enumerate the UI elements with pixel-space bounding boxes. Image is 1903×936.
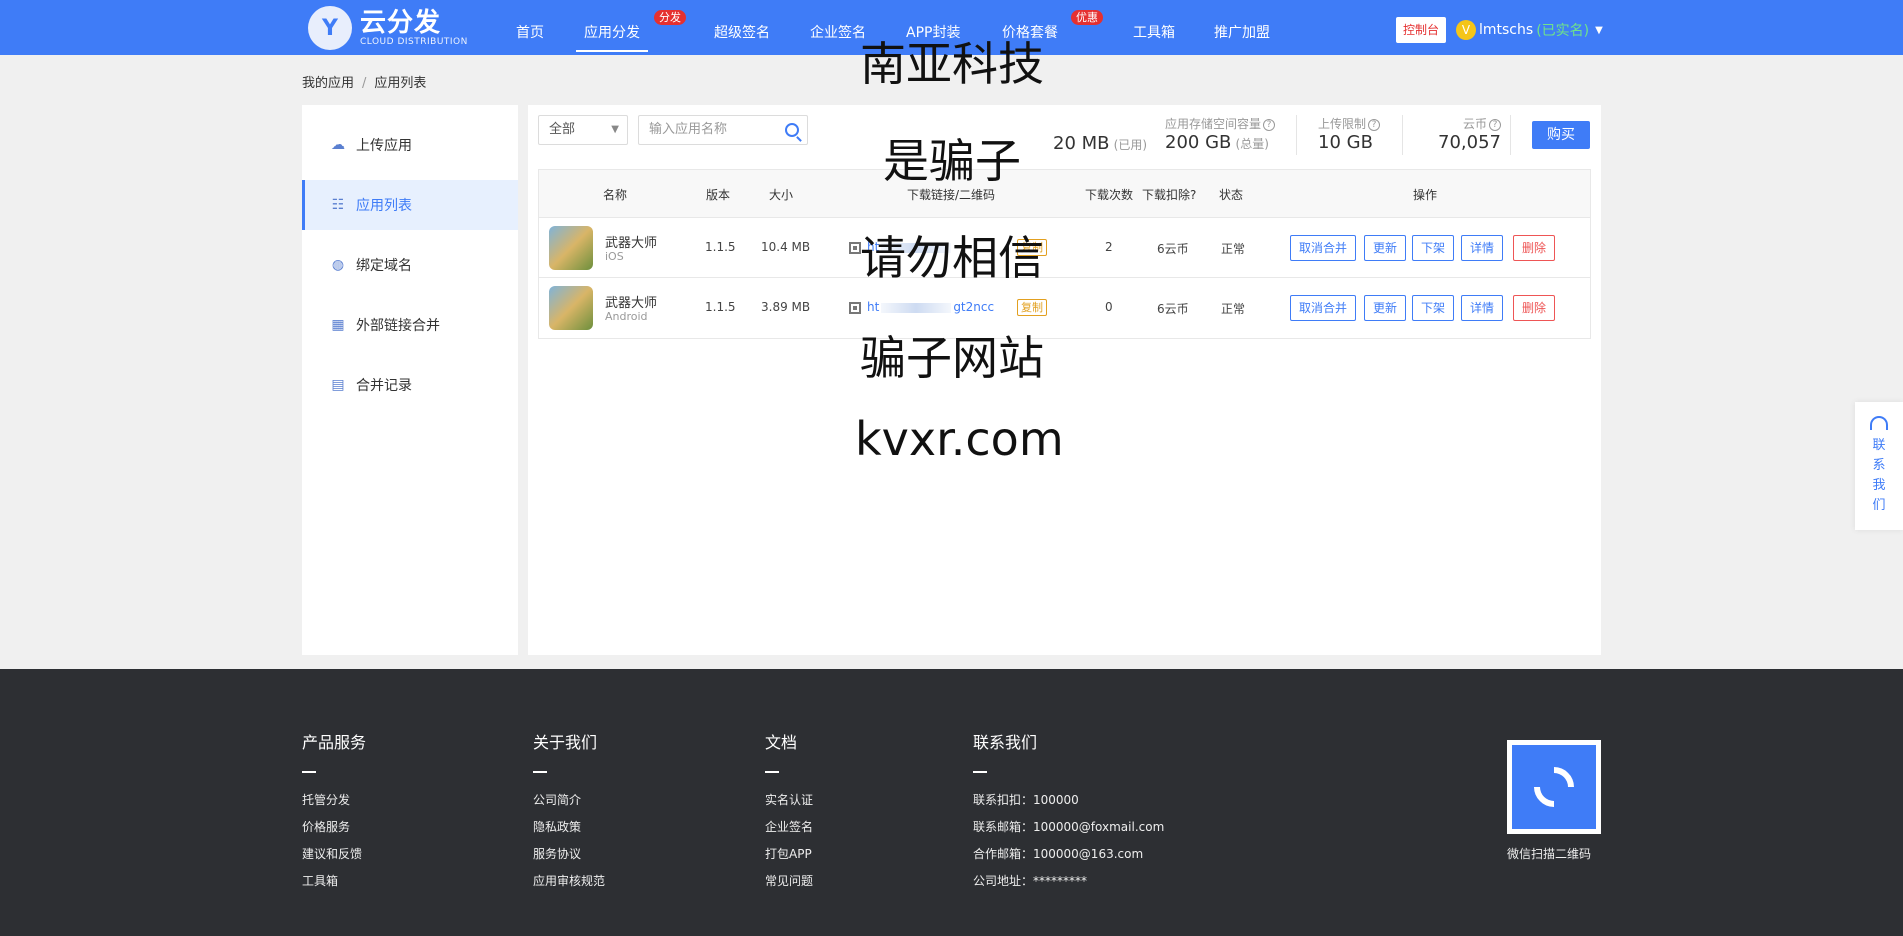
unpublish-button[interactable]: 下架 xyxy=(1412,295,1455,321)
footer-col-about: 关于我们 公司简介 隐私政策 服务协议 应用审核规范 xyxy=(533,729,605,895)
table-row: 武器大师 Android 1.1.5 3.89 MB ht gt2ncc 复制 0… xyxy=(539,278,1590,338)
stat-coins: 云币? 70,057 xyxy=(1438,117,1501,153)
user-menu[interactable]: V lmtschs (已实名) ▼ xyxy=(1456,20,1603,40)
delete-button[interactable]: 删除 xyxy=(1513,295,1556,321)
app-thumbnail xyxy=(549,286,593,330)
footer-link[interactable]: 打包APP xyxy=(765,841,813,868)
breadcrumb-current: 应用列表 xyxy=(374,76,427,91)
nav-badge-distribution: 分发 xyxy=(654,10,686,25)
wechat-qr-code xyxy=(1507,740,1601,834)
watermark-line: 骗子网站 xyxy=(860,331,1044,385)
table-row: 武器大师 iOS 1.1.5 10.4 MB ht 复制 2 6云币 正常 取消… xyxy=(539,218,1590,278)
headset-icon xyxy=(1870,416,1888,430)
sidebar-item-link-merge[interactable]: ▦ 外部链接合并 xyxy=(302,300,518,350)
footer: 产品服务 托管分发 价格服务 建议和反馈 工具箱 关于我们 公司简介 隐私政策 … xyxy=(0,669,1903,936)
divider xyxy=(1510,115,1511,155)
footer-link[interactable]: 隐私政策 xyxy=(533,814,605,841)
brand-tagline: CLOUD DISTRIBUTION xyxy=(360,36,468,47)
table-header: 名称 版本 大小 下载链接/二维码 下载次数 下载扣除? 状态 操作 xyxy=(539,170,1590,218)
app-thumbnail xyxy=(549,226,593,270)
watermark-line: 请勿相信 xyxy=(860,231,1044,285)
footer-link[interactable]: 企业签名 xyxy=(765,814,813,841)
nav-super-sign[interactable]: 超级签名 xyxy=(714,22,770,42)
sidebar-item-upload[interactable]: ☁ 上传应用 xyxy=(302,120,518,170)
help-icon[interactable]: ? xyxy=(1368,118,1381,131)
watermark-line: 南亚科技 xyxy=(860,37,1044,91)
sidebar: ☁ 上传应用 ☷ 应用列表 ◍ 绑定域名 ▦ 外部链接合并 ▤ 合并记录 xyxy=(302,105,518,655)
cloud-upload-icon: ☁ xyxy=(331,137,345,153)
cancel-merge-button[interactable]: 取消合并 xyxy=(1290,295,1357,321)
update-button[interactable]: 更新 xyxy=(1364,295,1407,321)
verified-status: (已实名) xyxy=(1536,23,1590,39)
nav-home[interactable]: 首页 xyxy=(516,22,544,42)
update-button[interactable]: 更新 xyxy=(1364,235,1407,261)
platform-filter-select[interactable]: 全部 ▼ xyxy=(538,115,628,145)
breadcrumb: 我的应用 / 应用列表 xyxy=(302,76,427,91)
footer-col-contact: 联系我们 联系扣扣：100000 联系邮箱：100000@foxmail.com… xyxy=(973,733,1165,888)
footer-link[interactable]: 服务协议 xyxy=(533,841,605,868)
nav-app-distribution[interactable]: 应用分发 xyxy=(576,22,648,52)
footer-col-products: 产品服务 托管分发 价格服务 建议和反馈 工具箱 xyxy=(302,729,366,895)
stat-storage: 应用存储空间容量? 200 GB (总量) xyxy=(1165,115,1276,153)
contact-us-float[interactable]: 联 系 我 们 xyxy=(1855,402,1903,530)
chevron-down-icon: ▼ xyxy=(611,124,619,135)
chevron-down-icon: ▼ xyxy=(1595,24,1603,36)
footer-link[interactable]: 建议和反馈 xyxy=(302,841,366,868)
main-panel: 全部 ▼ 输入应用名称 20 MB (已用) 应用存储空间容量? 200 GB … xyxy=(528,105,1601,655)
console-button[interactable]: 控制台 xyxy=(1396,17,1447,43)
unpublish-button[interactable]: 下架 xyxy=(1412,235,1455,261)
sidebar-item-app-list[interactable]: ☷ 应用列表 xyxy=(302,180,518,230)
qr-code-icon[interactable] xyxy=(849,302,861,314)
copy-link-button[interactable]: 复制 xyxy=(1017,299,1047,316)
logo-mark-icon: Y xyxy=(308,6,352,50)
footer-col-docs: 文档 实名认证 企业签名 打包APP 常见问题 xyxy=(765,729,813,895)
app-search-input[interactable]: 输入应用名称 xyxy=(638,115,808,145)
footer-link[interactable]: 应用审核规范 xyxy=(533,868,605,895)
watermark-line: 是骗子 xyxy=(883,134,1021,188)
divider xyxy=(1296,115,1297,155)
nav-badge-discount: 优惠 xyxy=(1071,10,1103,25)
username: lmtschs xyxy=(1479,22,1534,38)
nav-enterprise-sign[interactable]: 企业签名 xyxy=(810,22,866,42)
brand-name: 云分发 xyxy=(360,7,442,38)
footer-link[interactable]: 实名认证 xyxy=(765,787,813,814)
download-link[interactable]: ht gt2ncc xyxy=(867,300,994,314)
app-logo-icon xyxy=(1525,758,1583,816)
help-icon[interactable]: ? xyxy=(1263,118,1276,131)
globe-icon: ◍ xyxy=(331,257,345,273)
app-table: 名称 版本 大小 下载链接/二维码 下载次数 下载扣除? 状态 操作 武器大师 … xyxy=(538,169,1591,339)
footer-link[interactable]: 价格服务 xyxy=(302,814,366,841)
details-button[interactable]: 详情 xyxy=(1461,295,1504,321)
nav-toolbox[interactable]: 工具箱 xyxy=(1133,22,1175,42)
sidebar-item-merge-records[interactable]: ▤ 合并记录 xyxy=(302,360,518,410)
search-icon[interactable] xyxy=(785,123,799,137)
footer-link[interactable]: 公司简介 xyxy=(533,787,605,814)
stat-upload-limit: 上传限制? 10 GB xyxy=(1318,115,1381,153)
footer-link[interactable]: 工具箱 xyxy=(302,868,366,895)
delete-button[interactable]: 删除 xyxy=(1513,235,1556,261)
divider xyxy=(1402,115,1403,155)
app-list-icon: ☷ xyxy=(331,197,345,213)
footer-link[interactable]: 托管分发 xyxy=(302,787,366,814)
sidebar-item-bind-domain[interactable]: ◍ 绑定域名 xyxy=(302,240,518,290)
details-button[interactable]: 详情 xyxy=(1461,235,1504,261)
footer-link[interactable]: 常见问题 xyxy=(765,868,813,895)
cancel-merge-button[interactable]: 取消合并 xyxy=(1290,235,1357,261)
user-avatar: V xyxy=(1456,20,1476,40)
stat-used: 20 MB (已用) xyxy=(1053,133,1148,154)
clipboard-icon: ▤ xyxy=(331,377,345,393)
nav-affiliate[interactable]: 推广加盟 xyxy=(1214,22,1270,42)
watermark-line: kvxr.com xyxy=(855,412,1064,466)
qr-caption: 微信扫描二维码 xyxy=(1507,847,1592,861)
qr-merge-icon: ▦ xyxy=(331,317,345,333)
brand-logo[interactable]: Y 云分发 CLOUD DISTRIBUTION xyxy=(308,5,468,51)
breadcrumb-root[interactable]: 我的应用 xyxy=(302,76,354,91)
buy-button[interactable]: 购买 xyxy=(1532,121,1590,149)
help-icon[interactable]: ? xyxy=(1489,118,1501,131)
